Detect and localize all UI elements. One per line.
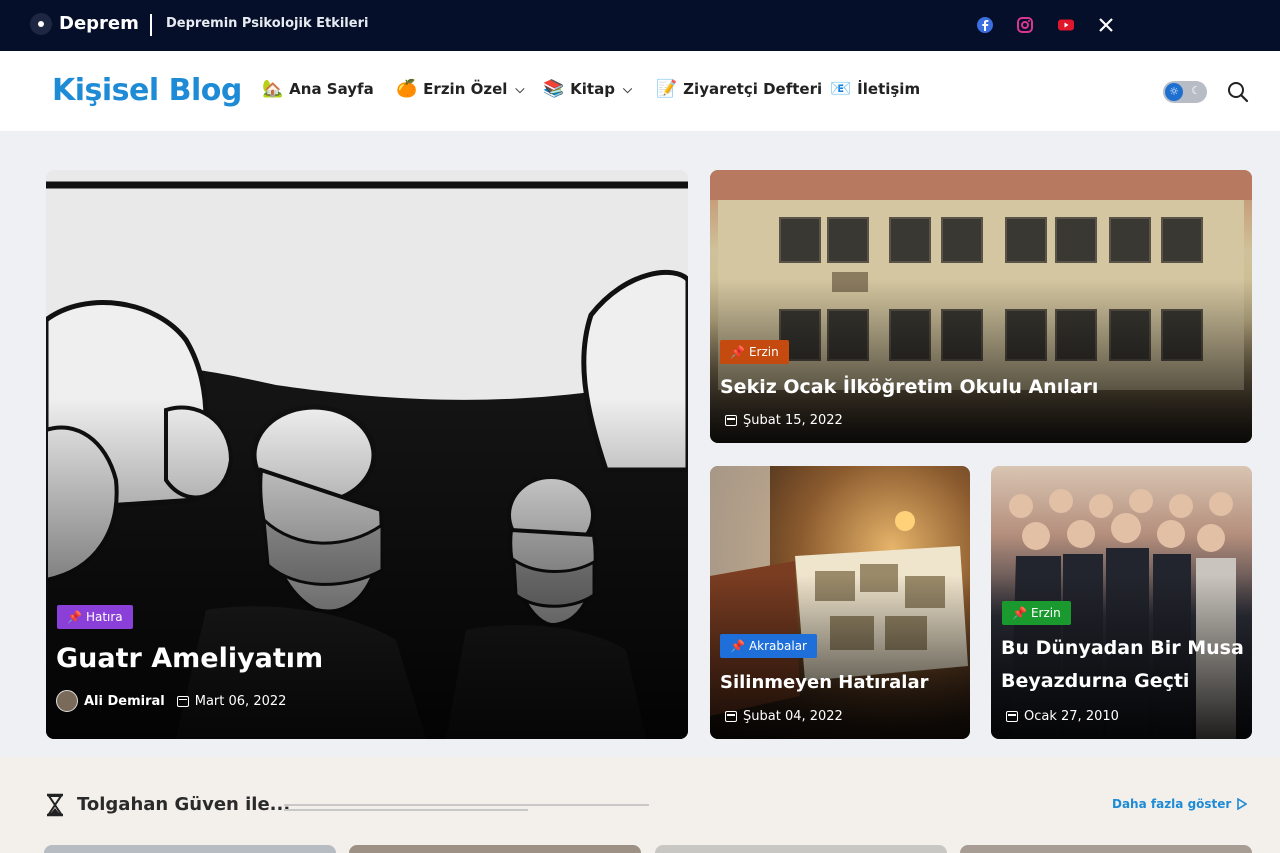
ticker-separator bbox=[150, 14, 152, 36]
nav-item-ziyaretci-defteri[interactable]: 📝 Ziyaretçi Defteri bbox=[656, 79, 822, 99]
nav-label: İletişim bbox=[857, 80, 921, 98]
calendar-icon bbox=[176, 695, 189, 707]
nav-item-ana-sayfa[interactable]: 🏡 Ana Sayfa bbox=[262, 79, 374, 99]
ticker-headline-link[interactable]: Depremin Psikolojik Etkileri bbox=[166, 16, 368, 31]
category-badge[interactable]: 📌 Akrabalar bbox=[720, 634, 817, 658]
category-label: Hatıra bbox=[85, 610, 123, 624]
email-icon: 📧 bbox=[830, 79, 852, 99]
ticker-dot-icon bbox=[30, 13, 52, 35]
post-date: Ocak 27, 2010 bbox=[1024, 709, 1119, 724]
section-title: Tolgahan Güven ile... bbox=[77, 794, 291, 815]
nav-item-erzin-ozel[interactable]: 🍊 Erzin Özel ⌵ bbox=[396, 79, 525, 99]
play-arrow-icon bbox=[1237, 798, 1248, 810]
search-icon[interactable] bbox=[1226, 80, 1250, 104]
featured-post-card[interactable]: 📌 Hatıra Guatr Ameliyatım Ali Demiral Ma… bbox=[46, 170, 688, 739]
chevron-down-icon: ⌵ bbox=[622, 81, 633, 96]
post-title[interactable]: Silinmeyen Hatıralar bbox=[720, 666, 928, 699]
nav-item-kitap[interactable]: 📚 Kitap ⌵ bbox=[543, 79, 632, 99]
pin-icon: 📌 bbox=[730, 345, 745, 359]
side-post-card[interactable]: 📌 Erzin Sekiz Ocak İlköğretim Okulu Anıl… bbox=[710, 170, 1252, 443]
post-thumbnail[interactable] bbox=[960, 845, 1252, 853]
nav-label: Ana Sayfa bbox=[289, 80, 374, 98]
dark-mode-toggle[interactable]: ☼ ☾ bbox=[1163, 81, 1207, 103]
post-date: Mart 06, 2022 bbox=[194, 693, 287, 709]
category-label: Erzin bbox=[748, 345, 779, 359]
pin-icon: 📌 bbox=[1012, 606, 1027, 620]
x-icon[interactable] bbox=[1097, 16, 1115, 34]
nav-item-iletisim[interactable]: 📧 İletişim bbox=[830, 79, 920, 99]
show-more-link[interactable]: Daha fazla göster bbox=[1112, 797, 1248, 811]
nav-label: Kitap bbox=[570, 80, 615, 98]
youtube-icon[interactable] bbox=[1057, 16, 1075, 34]
memo-icon: 📝 bbox=[656, 79, 678, 99]
author-name[interactable]: Ali Demiral bbox=[84, 694, 165, 709]
calendar-icon bbox=[725, 415, 737, 426]
post-date: Şubat 15, 2022 bbox=[743, 413, 843, 428]
post-thumbnail[interactable] bbox=[44, 845, 336, 853]
side-post-card[interactable]: 📌 Erzin Bu Dünyadan Bir Musa Beyazdurna … bbox=[991, 466, 1252, 739]
post-thumbnail[interactable] bbox=[655, 845, 947, 853]
pin-icon: 📌 bbox=[67, 610, 82, 624]
post-meta: Ocak 27, 2010 bbox=[1006, 709, 1119, 724]
category-badge[interactable]: 📌 Erzin bbox=[1002, 601, 1071, 625]
post-title[interactable]: Sekiz Ocak İlköğretim Okulu Anıları bbox=[720, 371, 1098, 404]
category-badge[interactable]: 📌 Hatıra bbox=[57, 605, 133, 629]
site-logo[interactable]: Kişisel Blog bbox=[52, 73, 242, 108]
sun-icon: ☼ bbox=[1165, 83, 1183, 101]
post-meta: Ali Demiral Mart 06, 2022 bbox=[56, 690, 286, 712]
top-bar: Deprem Depremin Psikolojik Etkileri bbox=[0, 0, 1280, 51]
ticker-title: Deprem bbox=[59, 13, 139, 34]
category-label: Erzin bbox=[1030, 606, 1061, 620]
post-title[interactable]: Bu Dünyadan Bir Musa Beyazdurna Geçti bbox=[1001, 632, 1246, 698]
post-meta: Şubat 04, 2022 bbox=[725, 709, 843, 724]
post-meta: Şubat 15, 2022 bbox=[725, 413, 843, 428]
calendar-icon bbox=[1006, 711, 1018, 722]
category-badge[interactable]: 📌 Erzin bbox=[720, 340, 789, 364]
house-icon: 🏡 bbox=[262, 79, 284, 99]
card-overlay bbox=[46, 397, 688, 739]
section-divider bbox=[284, 804, 649, 806]
section-divider bbox=[284, 809, 528, 811]
facebook-icon[interactable] bbox=[976, 16, 994, 34]
avatar bbox=[56, 690, 78, 712]
post-date: Şubat 04, 2022 bbox=[743, 709, 843, 724]
instagram-icon[interactable] bbox=[1016, 16, 1034, 34]
calendar-icon bbox=[725, 711, 737, 722]
nav-label: Ziyaretçi Defteri bbox=[683, 80, 823, 98]
post-title[interactable]: Guatr Ameliyatım bbox=[56, 642, 323, 675]
site-header: Kişisel Blog 🏡 Ana Sayfa 🍊 Erzin Özel ⌵ … bbox=[0, 51, 1280, 131]
moon-icon: ☾ bbox=[1191, 84, 1201, 97]
hourglass-icon bbox=[47, 793, 63, 817]
nav-label: Erzin Özel bbox=[423, 80, 508, 98]
side-post-card[interactable]: 📌 Akrabalar Silinmeyen Hatıralar Şubat 0… bbox=[710, 466, 970, 739]
chevron-down-icon: ⌵ bbox=[515, 81, 525, 96]
books-icon: 📚 bbox=[543, 79, 565, 99]
orange-icon: 🍊 bbox=[396, 79, 418, 99]
category-label: Akrabalar bbox=[748, 639, 807, 653]
post-thumbnail[interactable] bbox=[349, 845, 641, 853]
show-more-label: Daha fazla göster bbox=[1112, 797, 1232, 811]
pin-icon: 📌 bbox=[730, 639, 745, 653]
